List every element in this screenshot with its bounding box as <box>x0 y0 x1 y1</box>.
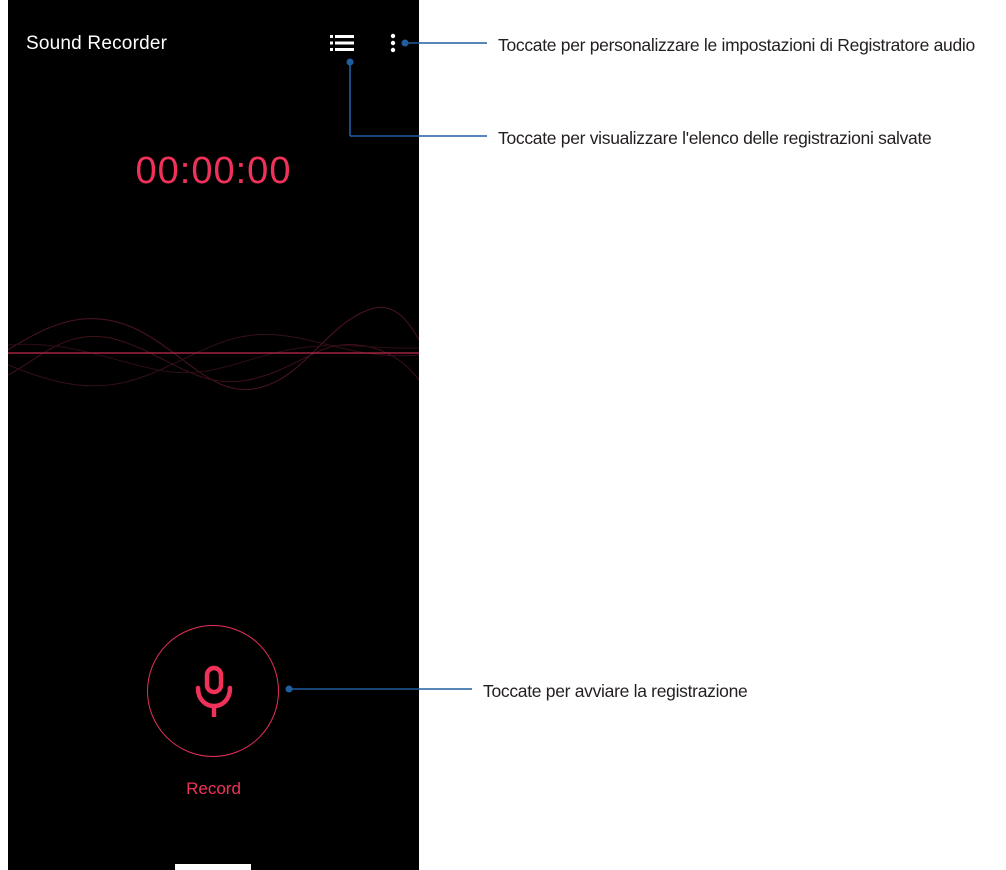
recording-timer: 00:00:00 <box>135 150 292 192</box>
home-indicator <box>175 864 251 870</box>
record-label[interactable]: Record <box>8 779 419 799</box>
list-icon <box>330 35 354 51</box>
microphone-icon <box>195 665 233 717</box>
more-vert-icon <box>390 33 396 53</box>
annotation-settings: Toccate per personalizzare le impostazio… <box>498 35 975 55</box>
phone-screen: Sound Recorder 00:00:00 Record <box>8 0 419 870</box>
annotation-recordings-list: Toccate per visualizzare l'elenco delle … <box>498 128 932 148</box>
record-button[interactable] <box>147 625 279 757</box>
app-title: Sound Recorder <box>26 33 168 54</box>
waveform-visualizer <box>8 306 419 391</box>
more-options-button[interactable] <box>386 32 400 54</box>
recordings-list-button[interactable] <box>330 33 354 53</box>
annotation-record: Toccate per avviare la registrazione <box>483 681 748 701</box>
